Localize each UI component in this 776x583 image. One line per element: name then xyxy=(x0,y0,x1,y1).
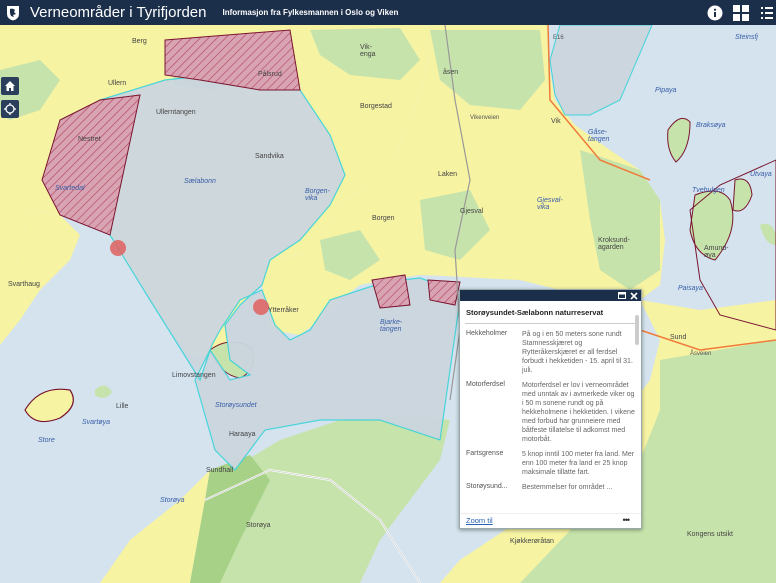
popup-field-value: Bestemmelser for området ... xyxy=(522,484,613,491)
label-storoya: Storøya xyxy=(246,522,271,529)
label-berg: Berg xyxy=(132,38,147,45)
popup-row: Hekkeholmer På og i en 50 meters sone ru… xyxy=(466,330,637,375)
label-svartedal: Svartedal xyxy=(55,185,85,192)
label-svartaya: Svartøya xyxy=(82,419,111,426)
label-asveien: Åsveien xyxy=(690,351,712,357)
close-icon[interactable] xyxy=(630,291,638,300)
layer-list-button[interactable] xyxy=(758,4,776,22)
label-borgenvika: Borgen- vika xyxy=(305,188,330,202)
label-pipaya: Pipaya xyxy=(655,87,677,94)
locate-button[interactable] xyxy=(1,100,19,118)
label-ullern: Ullern xyxy=(108,80,127,87)
popup-row: Storøysund... Bestemmelser for området .… xyxy=(466,483,637,492)
map-view[interactable]: Berg Ullern Pålsrud Vik- enga åsen Borge… xyxy=(0,25,776,583)
label-asen: åsen xyxy=(443,69,459,76)
label-sandvika: Sandvika xyxy=(255,153,284,160)
popup-scrollbar[interactable] xyxy=(635,315,639,345)
label-lille: Lille xyxy=(116,403,129,410)
label-amundaya: Amund- øya xyxy=(704,245,729,259)
label-bjarke: Bjarke- tangen xyxy=(380,319,403,333)
popup-field-name: Storøysund... xyxy=(466,483,508,490)
popup-field-name: Fartsgrense xyxy=(466,450,504,457)
label-utvaya: Utvaya xyxy=(750,171,772,178)
label-kjokkeroratan: Kjøkkerøråtan xyxy=(510,538,554,545)
label-storoysundet: Storøysundet xyxy=(215,402,257,409)
popup-field-value: På og i en 50 meters sone rundt Stamness… xyxy=(522,331,633,374)
app-subtitle: Informasjon fra Fylkesmannen i Oslo og V… xyxy=(222,8,399,17)
basemap-gallery-button[interactable] xyxy=(732,4,750,22)
label-paisaya: Paisaya xyxy=(678,285,703,292)
popup-field-value: 5 knop inntil 100 meter fra land. Mer en… xyxy=(522,451,635,476)
lion-crest-icon xyxy=(7,5,19,20)
popup-titlebar xyxy=(460,290,641,301)
label-vik: Vik xyxy=(551,118,561,125)
app-title: Verneområder i Tyrifjorden xyxy=(30,4,207,21)
label-storoya-water: Storøya xyxy=(160,497,185,504)
label-limovstangen: Limovstangen xyxy=(172,372,216,379)
label-borgestad: Borgestad xyxy=(360,103,392,110)
popup-field-value: Motorferdsel er lov i verneområdet med u… xyxy=(522,382,635,443)
label-gjesval: Gjesval xyxy=(460,208,484,215)
label-palsrud: Pålsrud xyxy=(258,71,282,78)
label-braksaya: Braksøya xyxy=(696,122,726,129)
popup-field-name: Motorferdsel xyxy=(466,381,505,388)
label-nestret: Nestret xyxy=(78,136,101,143)
label-e16: E16 xyxy=(553,35,564,41)
info-icon xyxy=(707,5,723,20)
label-sund: Sund xyxy=(670,334,687,341)
app-header: Verneområder i Tyrifjorden Informasjon f… xyxy=(0,0,776,25)
label-gasetangen: Gåse- tangen xyxy=(588,129,610,143)
popup-row: Fartsgrense 5 knop inntil 100 meter fra … xyxy=(466,450,637,477)
home-button[interactable] xyxy=(1,77,19,95)
more-options-button[interactable]: ••• xyxy=(623,515,631,525)
label-tvehulgen: Tvehulgen xyxy=(692,187,725,194)
label-kongens-utsikt: Kongens utsikt xyxy=(687,531,733,538)
label-steinsfjorden: Steinsfj xyxy=(735,34,758,41)
label-vikenga: Vik- enga xyxy=(360,44,376,58)
grid-icon xyxy=(733,4,749,21)
home-icon xyxy=(5,81,15,91)
label-gjesvalvika: Gjesval- vika xyxy=(537,197,563,211)
list-icon xyxy=(761,6,773,19)
label-sundhall: Sundhall xyxy=(206,467,234,474)
maximize-icon[interactable] xyxy=(618,292,626,299)
popup-footer: Zoom til ••• xyxy=(460,513,641,528)
locate-icon xyxy=(4,103,16,115)
marker-2 xyxy=(253,299,269,315)
popup-field-name: Hekkeholmer xyxy=(466,330,508,337)
feature-popup: Storøysundet-Sælabonn naturreservat Hekk… xyxy=(459,289,642,529)
label-ullerntangen: Ullerntangen xyxy=(156,109,196,116)
popup-row: Motorferdsel Motorferdsel er lov i verne… xyxy=(466,381,637,444)
label-vikenveien: Vikenveien xyxy=(470,115,500,121)
label-store: Store xyxy=(38,437,55,444)
label-ytterraker: Ytterråker xyxy=(268,307,299,314)
info-button[interactable] xyxy=(706,4,724,22)
label-haraaya: Haraaya xyxy=(229,431,256,438)
label-laken: Laken xyxy=(438,171,458,178)
label-kroksund: Kroksund- agarden xyxy=(598,237,630,251)
label-svarthaug: Svarthaug xyxy=(8,281,40,288)
popup-title: Storøysundet-Sælabonn naturreservat xyxy=(465,301,636,324)
label-borgen: Borgen xyxy=(372,215,395,222)
marker-1 xyxy=(110,240,126,256)
zoom-to-link[interactable]: Zoom til xyxy=(466,516,493,525)
label-saelabonn: Sælabonn xyxy=(184,178,216,185)
popup-body[interactable]: Hekkeholmer På og i en 50 meters sone ru… xyxy=(460,324,641,509)
